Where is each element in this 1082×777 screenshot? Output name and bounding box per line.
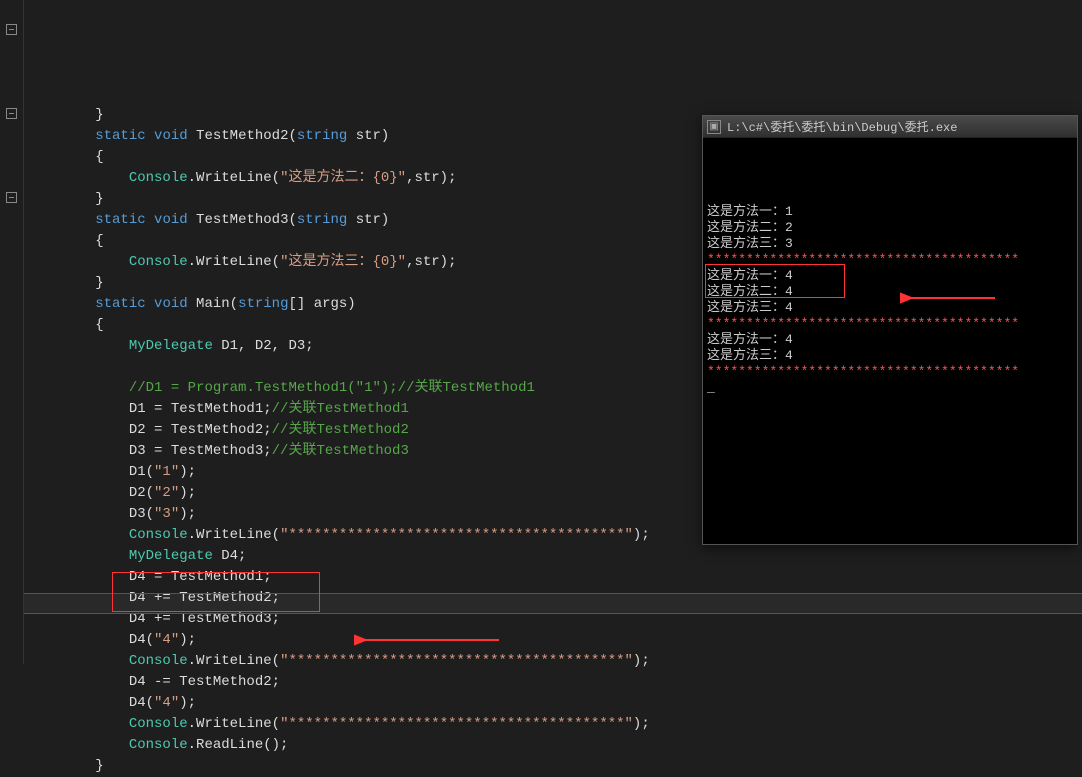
console-line: 这是方法三：3 (707, 236, 1073, 252)
editor-gutter (0, 0, 24, 664)
code-line[interactable]: Console.ReadLine(); (28, 735, 1082, 756)
console-window[interactable]: ▣ L:\c#\委托\委托\bin\Debug\委托.exe 这是方法一：1这是… (702, 115, 1078, 545)
code-line[interactable]: D4 = TestMethod1; (28, 567, 1082, 588)
code-line[interactable]: Console.WriteLine("*********************… (28, 714, 1082, 735)
code-line[interactable]: D4 += TestMethod2; (28, 588, 1082, 609)
console-line: 这是方法三：4 (707, 348, 1073, 364)
code-line[interactable]: D4("4"); (28, 630, 1082, 651)
console-line: _ (707, 380, 1073, 396)
console-line: 这是方法一：1 (707, 204, 1073, 220)
console-output: 这是方法一：1这是方法二：2这是方法三：3*******************… (703, 138, 1077, 398)
code-line[interactable]: D4("4"); (28, 693, 1082, 714)
console-line: 这是方法一：4 (707, 332, 1073, 348)
code-line[interactable]: D4 += TestMethod3; (28, 609, 1082, 630)
code-line[interactable]: MyDelegate D4; (28, 546, 1082, 567)
console-titlebar[interactable]: ▣ L:\c#\委托\委托\bin\Debug\委托.exe (703, 116, 1077, 138)
console-app-icon: ▣ (707, 120, 721, 134)
fold-icon[interactable] (6, 192, 17, 203)
annotation-arrow (853, 272, 1000, 329)
console-line: **************************************** (707, 252, 1073, 268)
code-line[interactable]: Console.WriteLine("*********************… (28, 651, 1082, 672)
code-line[interactable]: } (28, 756, 1082, 777)
fold-icon[interactable] (6, 24, 17, 35)
fold-icon[interactable] (6, 108, 17, 119)
console-line: 这是方法二：2 (707, 220, 1073, 236)
console-title: L:\c#\委托\委托\bin\Debug\委托.exe (727, 118, 957, 135)
console-line: **************************************** (707, 364, 1073, 380)
code-line[interactable]: D4 -= TestMethod2; (28, 672, 1082, 693)
